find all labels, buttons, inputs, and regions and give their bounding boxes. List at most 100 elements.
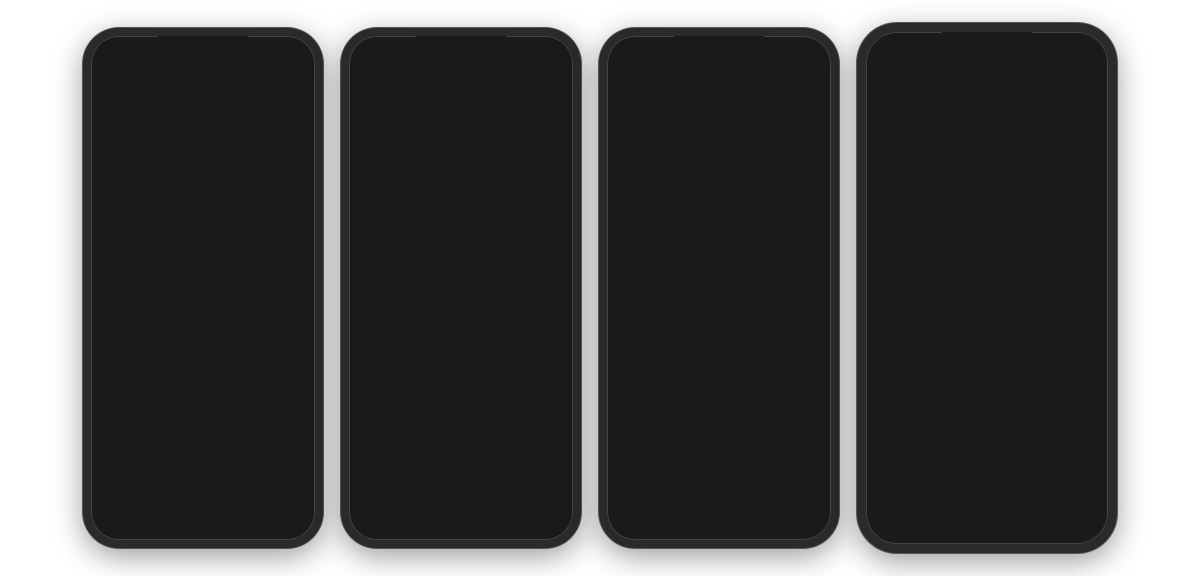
phone-screen-4: 9:41 ●●●▲🔋 ‹ 👥 BFFs ❤️❤️❤️ 📞 📷 9:30 AM T… [866, 32, 1108, 544]
bubble-alice-1: Huh? I think that was meant for Andy, no… [128, 407, 268, 459]
like-icon-3[interactable]: 👍 [806, 499, 823, 516]
bubble-rachel-4: I'm starving! [907, 220, 986, 248]
alert-actions-3: Cancel Remove [629, 328, 809, 364]
remove-button[interactable]: Remove [146, 468, 187, 480]
copy-button[interactable]: Copy [107, 468, 133, 480]
timestamp-1: 9:30 AM [101, 109, 305, 119]
input-bar-3: ⊞ 📷 🎤 Aa 👍 [607, 489, 831, 524]
msg-sent-1: Hi honey! Meeting the girls for dinner. … [101, 329, 305, 386]
call-icon-4[interactable]: 📞 [1046, 65, 1067, 85]
back-button-3[interactable]: ‹ [617, 67, 622, 85]
alert-cancel-btn[interactable]: Cancel [629, 329, 720, 364]
bubble-hailey-4: Yeah, me too [907, 269, 991, 297]
cancel-action-btn[interactable]: Cancel [357, 488, 565, 528]
chat-title-1: BFFs ❤️❤️❤️ [150, 68, 251, 84]
sender-alice-4: Alice [906, 322, 1098, 332]
mic-icon-4[interactable]: 🎤 [915, 526, 932, 543]
video-icon-4[interactable]: 📷 [1077, 65, 1098, 85]
bottom-toolbar-1: Copy Remove Forward Translate [91, 459, 315, 488]
status-time-1: 9:41 [105, 42, 127, 54]
avatar-rachel-4: R [876, 222, 902, 248]
phone-4: 9:41 ●●●▲🔋 ‹ 👥 BFFs ❤️❤️❤️ 📞 📷 9:30 AM T… [857, 23, 1117, 553]
group-avatar-1: 👥 [112, 60, 144, 92]
translate-button[interactable]: Translate [253, 468, 298, 480]
message-input-3[interactable]: Aa [680, 496, 800, 518]
alert-content-3: Remove for Everyone? You'll permanently … [629, 225, 809, 328]
phone-3: 9:41 ●●●▲🔋 ‹ 👥 BFFs ❤️❤️❤️ 📞 📷 9:30 AM T… [599, 28, 839, 548]
sender-hailey-4: Hailey [906, 254, 1098, 264]
input-icons-3: ⊞ 📷 🎤 [615, 499, 674, 516]
alert-box-3: Remove for Everyone? You'll permanently … [629, 225, 809, 364]
remove-for-you-btn[interactable]: Remove for You [357, 432, 565, 472]
camera-icon-4[interactable]: 📷 [892, 526, 909, 543]
sender-alice-1: Alice [129, 392, 305, 402]
input-icons-4: ⊞ 📷 🎤 [874, 526, 933, 543]
like-icon-4[interactable]: 👍 [1080, 524, 1100, 544]
call-icon-3[interactable]: 📞 [774, 67, 793, 85]
bubble-sent-1: Hi honey! Meeting the girls for dinner. … [165, 329, 305, 386]
alert-remove-btn[interactable]: Remove [720, 329, 810, 364]
msg-sent-p4: Whoops! Yeah, sorry. Wrong chat. Let's m… [876, 400, 1098, 471]
status-time-4: 9:41 [880, 38, 902, 50]
bubble-sent-p4: Whoops! Yeah, sorry. Wrong chat. Let's m… [958, 400, 1098, 471]
alert-message-3: You'll permanently remove this message f… [643, 262, 795, 318]
phones-container: 9:41 ●●●▲🔋 ‹ 👥 BFFs ❤️❤️❤️ 📞 📷 9:30 AM T… [63, 3, 1137, 573]
messages-area-1: 9:30 AM Tanvi T Hey everybody – what's t… [91, 99, 315, 459]
header-actions-1: 📞 📷 [258, 67, 305, 85]
msg-rachel-4: R I'm starving! [876, 220, 1098, 248]
msg-tanvi-1: T Hey everybody – what's the plan for di… [101, 140, 305, 197]
sender-tanvi-4: Tanvi [906, 127, 1098, 137]
status-icons-3: ●●●▲🔋 [775, 43, 817, 54]
status-bar-3: 9:41 ●●●▲🔋 [607, 36, 831, 56]
phone-1: 9:41 ●●●▲🔋 ‹ 👥 BFFs ❤️❤️❤️ 📞 📷 9:30 AM T… [83, 28, 323, 548]
avatar-tanvi-4: T [876, 173, 902, 199]
avatar-hailey-4: H [876, 271, 902, 297]
message-input-4[interactable]: Aa [939, 523, 1049, 544]
grid-icon-4[interactable]: ⊞ [874, 526, 886, 543]
msg-tanvi-4: T Hey everybody – what's the plan for di… [876, 142, 1098, 199]
msg-alice-1: A Huh? I think that was meant for Andy, … [101, 407, 305, 459]
messages-area-4: 9:30 AM Tanvi T Hey everybody – what's t… [866, 101, 1108, 516]
avatar-tanvi-1: T [101, 175, 123, 197]
back-button-1[interactable]: ‹ [101, 67, 106, 85]
video-icon-1[interactable]: 📷 [286, 67, 305, 85]
status-time-3: 9:41 [621, 42, 643, 54]
camera-icon-3[interactable]: ⊞ [615, 499, 627, 516]
chat-title-4: BFFs ❤️❤️❤️ [931, 66, 1039, 84]
bubble-alice-4: Huh? I think that was meant for Andy, no… [907, 337, 1047, 394]
bubble-rachel-1: I'm starving! [128, 218, 207, 246]
removed-message-indicator: You removed a message [876, 305, 1098, 316]
status-bar-4: 9:41 ●●●▲🔋 [866, 32, 1108, 52]
sender-alice-4-2: Alice [906, 478, 1098, 488]
status-bar-1: 9:41 ●●●▲🔋 [91, 36, 315, 56]
forward-button[interactable]: Forward [200, 468, 240, 480]
header-actions-3: 📞 📷 [774, 67, 821, 85]
group-avatar-4: 👥 [887, 56, 925, 94]
mic-icon-3[interactable]: 🎤 [656, 499, 673, 516]
chat-title-3: BFFs ❤️❤️❤️ [666, 68, 767, 84]
call-icon-1[interactable]: 📞 [258, 67, 277, 85]
avatar-hailey-1: H [101, 273, 123, 295]
action-sheet-content-2: Who do you want to remove this message f… [349, 348, 573, 540]
emoji-icon-4[interactable]: 😊 [1054, 524, 1074, 544]
msg-rachel-1: R I'm starving! [101, 218, 305, 246]
photo-icon-3[interactable]: 📷 [633, 499, 650, 516]
status-icons-4: ●●●▲🔋 [1052, 39, 1094, 50]
divider-1 [357, 427, 565, 428]
sender-hailey-1: Hailey [129, 252, 305, 262]
bubble-alice-4-2: Tell Andy hi -- see all of you soon! 🚗 [907, 493, 1047, 516]
phone-2: 9:41 ●●●▲🔋 ‹ 👥 BFFs ❤️❤️❤️ 📞 📷 9:30 AM T… [341, 28, 581, 548]
chat-header-4: ‹ 👥 BFFs ❤️❤️❤️ 📞 📷 [866, 52, 1108, 101]
sender-rachel-4: Rachel [906, 205, 1098, 215]
msg-hailey-4: H Yeah, me too [876, 269, 1098, 297]
back-button-4[interactable]: ‹ [876, 66, 881, 84]
action-sheet-2[interactable]: Who do you want to remove this message f… [349, 36, 573, 540]
avatar-rachel-1: R [101, 224, 123, 246]
phone-screen-3: 9:41 ●●●▲🔋 ‹ 👥 BFFs ❤️❤️❤️ 📞 📷 9:30 AM T… [607, 36, 831, 540]
timestamp-4: 9:30 AM [876, 111, 1098, 121]
bubble-tanvi-4: Hey everybody – what's the plan for dinn… [907, 142, 1047, 199]
avatar-alice-1: A [101, 442, 123, 459]
header-actions-4: 📞 📷 [1046, 65, 1098, 85]
remove-for-everyone-btn[interactable]: Remove for Everyone [357, 383, 565, 423]
video-icon-3[interactable]: 📷 [802, 67, 821, 85]
